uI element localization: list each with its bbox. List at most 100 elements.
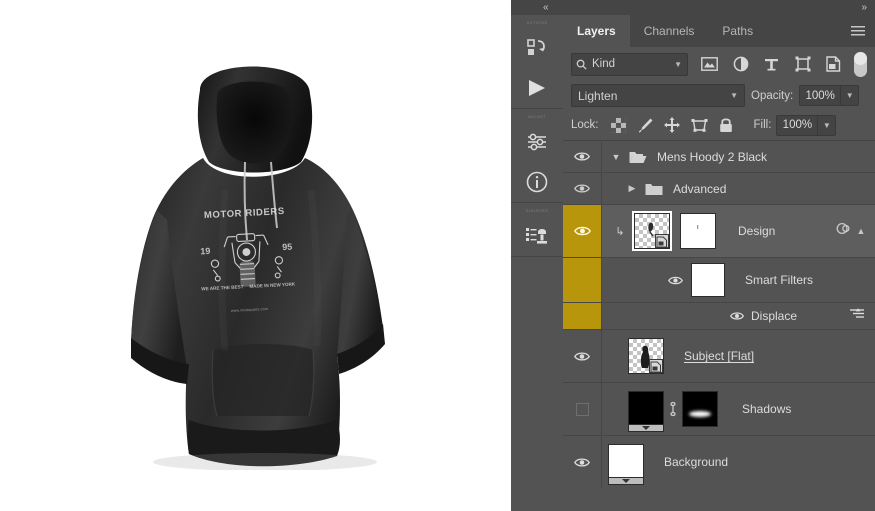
blend-mode-select[interactable]: Lighten ▼ — [571, 84, 745, 107]
eye-icon[interactable] — [668, 275, 683, 286]
layer-mask-thumbnail[interactable] — [680, 213, 716, 249]
document-canvas[interactable]: MOTOR RIDERS 19 95 WE ARE THE BEST MADE … — [0, 0, 511, 511]
layer-name[interactable]: Background — [664, 455, 728, 469]
table-row[interactable]: Shadows — [563, 383, 875, 436]
chevron-down-icon[interactable]: ▼ — [817, 115, 835, 135]
filter-shape-icon[interactable] — [787, 51, 818, 77]
layer-name[interactable]: Displace — [751, 309, 797, 323]
clone-source-icon[interactable] — [511, 216, 563, 256]
rail-section-actions: actions — [511, 15, 563, 109]
table-row[interactable]: Smart Filters — [563, 258, 875, 303]
tab-label: Layers — [577, 24, 616, 38]
hoodie-mockup: MOTOR RIDERS 19 95 WE ARE THE BEST MADE … — [0, 0, 511, 511]
table-row[interactable]: Subject [Flat] — [563, 330, 875, 383]
history-step-icon[interactable] — [511, 28, 563, 68]
layer-name[interactable]: Advanced — [673, 182, 726, 196]
opacity-value[interactable]: 100% — [800, 90, 840, 102]
table-row[interactable]: Displace — [563, 303, 875, 330]
table-row[interactable]: Background — [563, 436, 875, 488]
sliders-icon[interactable] — [511, 122, 563, 162]
smart-filter-mask-thumbnail[interactable] — [691, 263, 725, 297]
chevron-down-icon[interactable]: ▼ — [730, 91, 738, 100]
layer-thumbnail[interactable] — [628, 391, 664, 432]
background-strip — [628, 424, 664, 432]
panels-dock: « » actions — [511, 0, 875, 511]
layer-filter-row: Kind ▼ — [563, 47, 875, 81]
rail-section-adjust: adjust — [511, 109, 563, 203]
smart-object-badge — [649, 359, 663, 373]
filter-type-icon[interactable] — [756, 51, 787, 77]
opacity-label: Opacity: — [751, 89, 794, 102]
blend-mode-value: Lighten — [578, 88, 618, 103]
tab-paths[interactable]: Paths — [708, 15, 767, 47]
layer-visibility-toggle[interactable] — [563, 173, 602, 204]
mask-shadow-ellipse — [689, 410, 711, 417]
layer-list: ▼ Mens Hoody 2 Black ▶ Advanced ↳ Design… — [563, 141, 875, 488]
table-row[interactable]: ▶ Advanced — [563, 173, 875, 205]
filter-enable-toggle[interactable] — [854, 51, 867, 77]
lock-position-icon[interactable] — [659, 113, 686, 137]
filter-blending-options-icon[interactable] — [849, 307, 865, 325]
group-expand-toggle[interactable]: ▶ — [624, 183, 640, 194]
info-icon[interactable] — [511, 162, 563, 202]
chevron-up-icon[interactable]: ▲ — [853, 226, 869, 236]
folder-open-icon — [629, 151, 647, 163]
link-icon[interactable] — [664, 401, 682, 417]
layer-name[interactable]: Design — [738, 224, 775, 238]
layer-visibility-toggle[interactable] — [563, 205, 602, 257]
layer-visibility-toggle[interactable] — [563, 330, 602, 382]
filter-smart-object-icon[interactable] — [818, 51, 849, 77]
layer-name[interactable]: Shadows — [742, 402, 791, 416]
eye-icon[interactable] — [730, 311, 744, 321]
panel-icon-rail: actions adjust — [511, 15, 564, 511]
double-chevron-right-icon[interactable]: » — [861, 1, 866, 14]
chevron-down-icon[interactable]: ▼ — [840, 86, 858, 105]
opacity-field[interactable]: 100% ▼ — [799, 85, 860, 106]
filter-adjustment-icon[interactable] — [725, 51, 756, 77]
layer-mask-thumbnail[interactable] — [682, 391, 718, 427]
filter-kind-select[interactable]: Kind ▼ — [571, 52, 688, 76]
blend-mode-row: Lighten ▼ Opacity: 100% ▼ — [563, 81, 875, 110]
fill-label: Fill: — [753, 119, 772, 131]
chevron-down-icon[interactable]: ▼ — [674, 60, 682, 69]
dock-collapse-bar[interactable]: « » — [511, 0, 875, 15]
fill-value[interactable]: 100% — [777, 119, 817, 131]
hamburger-menu-icon[interactable] — [847, 15, 869, 47]
layer-thumbnail[interactable] — [608, 444, 644, 485]
group-expand-toggle[interactable]: ▼ — [608, 152, 624, 162]
layer-thumbnail[interactable] — [628, 338, 664, 374]
layer-visibility-toggle[interactable] — [563, 436, 602, 488]
background-strip — [608, 477, 644, 485]
tab-layers[interactable]: Layers — [563, 15, 630, 47]
smart-filters-gold-column — [563, 258, 602, 302]
tab-label: Paths — [722, 24, 754, 38]
lock-label: Lock: — [571, 119, 599, 131]
lock-transparent-pixels-icon[interactable] — [605, 113, 632, 137]
smart-filter-icon[interactable] — [836, 221, 851, 241]
tab-label: Channels — [643, 24, 695, 38]
rail-section-label: actions — [526, 20, 548, 25]
lock-image-pixels-icon[interactable] — [632, 113, 659, 137]
layer-name[interactable]: Smart Filters — [745, 273, 813, 287]
tab-channels[interactable]: Channels — [630, 15, 709, 47]
layer-visibility-toggle[interactable] — [563, 141, 602, 172]
layer-thumbnail[interactable] — [634, 213, 670, 249]
rail-section-sources: sources — [511, 203, 563, 257]
fill-field[interactable]: 100% ▼ — [776, 114, 837, 136]
eye-icon — [574, 351, 590, 361]
lock-artboard-nesting-icon[interactable] — [686, 113, 713, 137]
play-action-icon[interactable] — [511, 68, 563, 108]
smart-filters-gold-column — [563, 303, 602, 329]
panel-tab-bar: Layers Channels Paths — [563, 15, 875, 47]
rail-section-label: sources — [525, 208, 549, 213]
table-row[interactable]: ▼ Mens Hoody 2 Black — [563, 141, 875, 173]
table-row[interactable]: ↳ Design ▲ — [563, 205, 875, 258]
layer-name[interactable]: Mens Hoody 2 Black — [657, 150, 767, 164]
eye-icon — [574, 152, 590, 161]
smart-object-badge — [655, 234, 669, 248]
layer-name[interactable]: Subject [Flat] — [684, 349, 754, 363]
lock-all-icon[interactable] — [713, 113, 740, 137]
layer-visibility-toggle[interactable] — [563, 383, 602, 435]
double-chevron-left-icon[interactable]: « — [543, 1, 548, 14]
filter-pixel-icon[interactable] — [694, 51, 725, 77]
